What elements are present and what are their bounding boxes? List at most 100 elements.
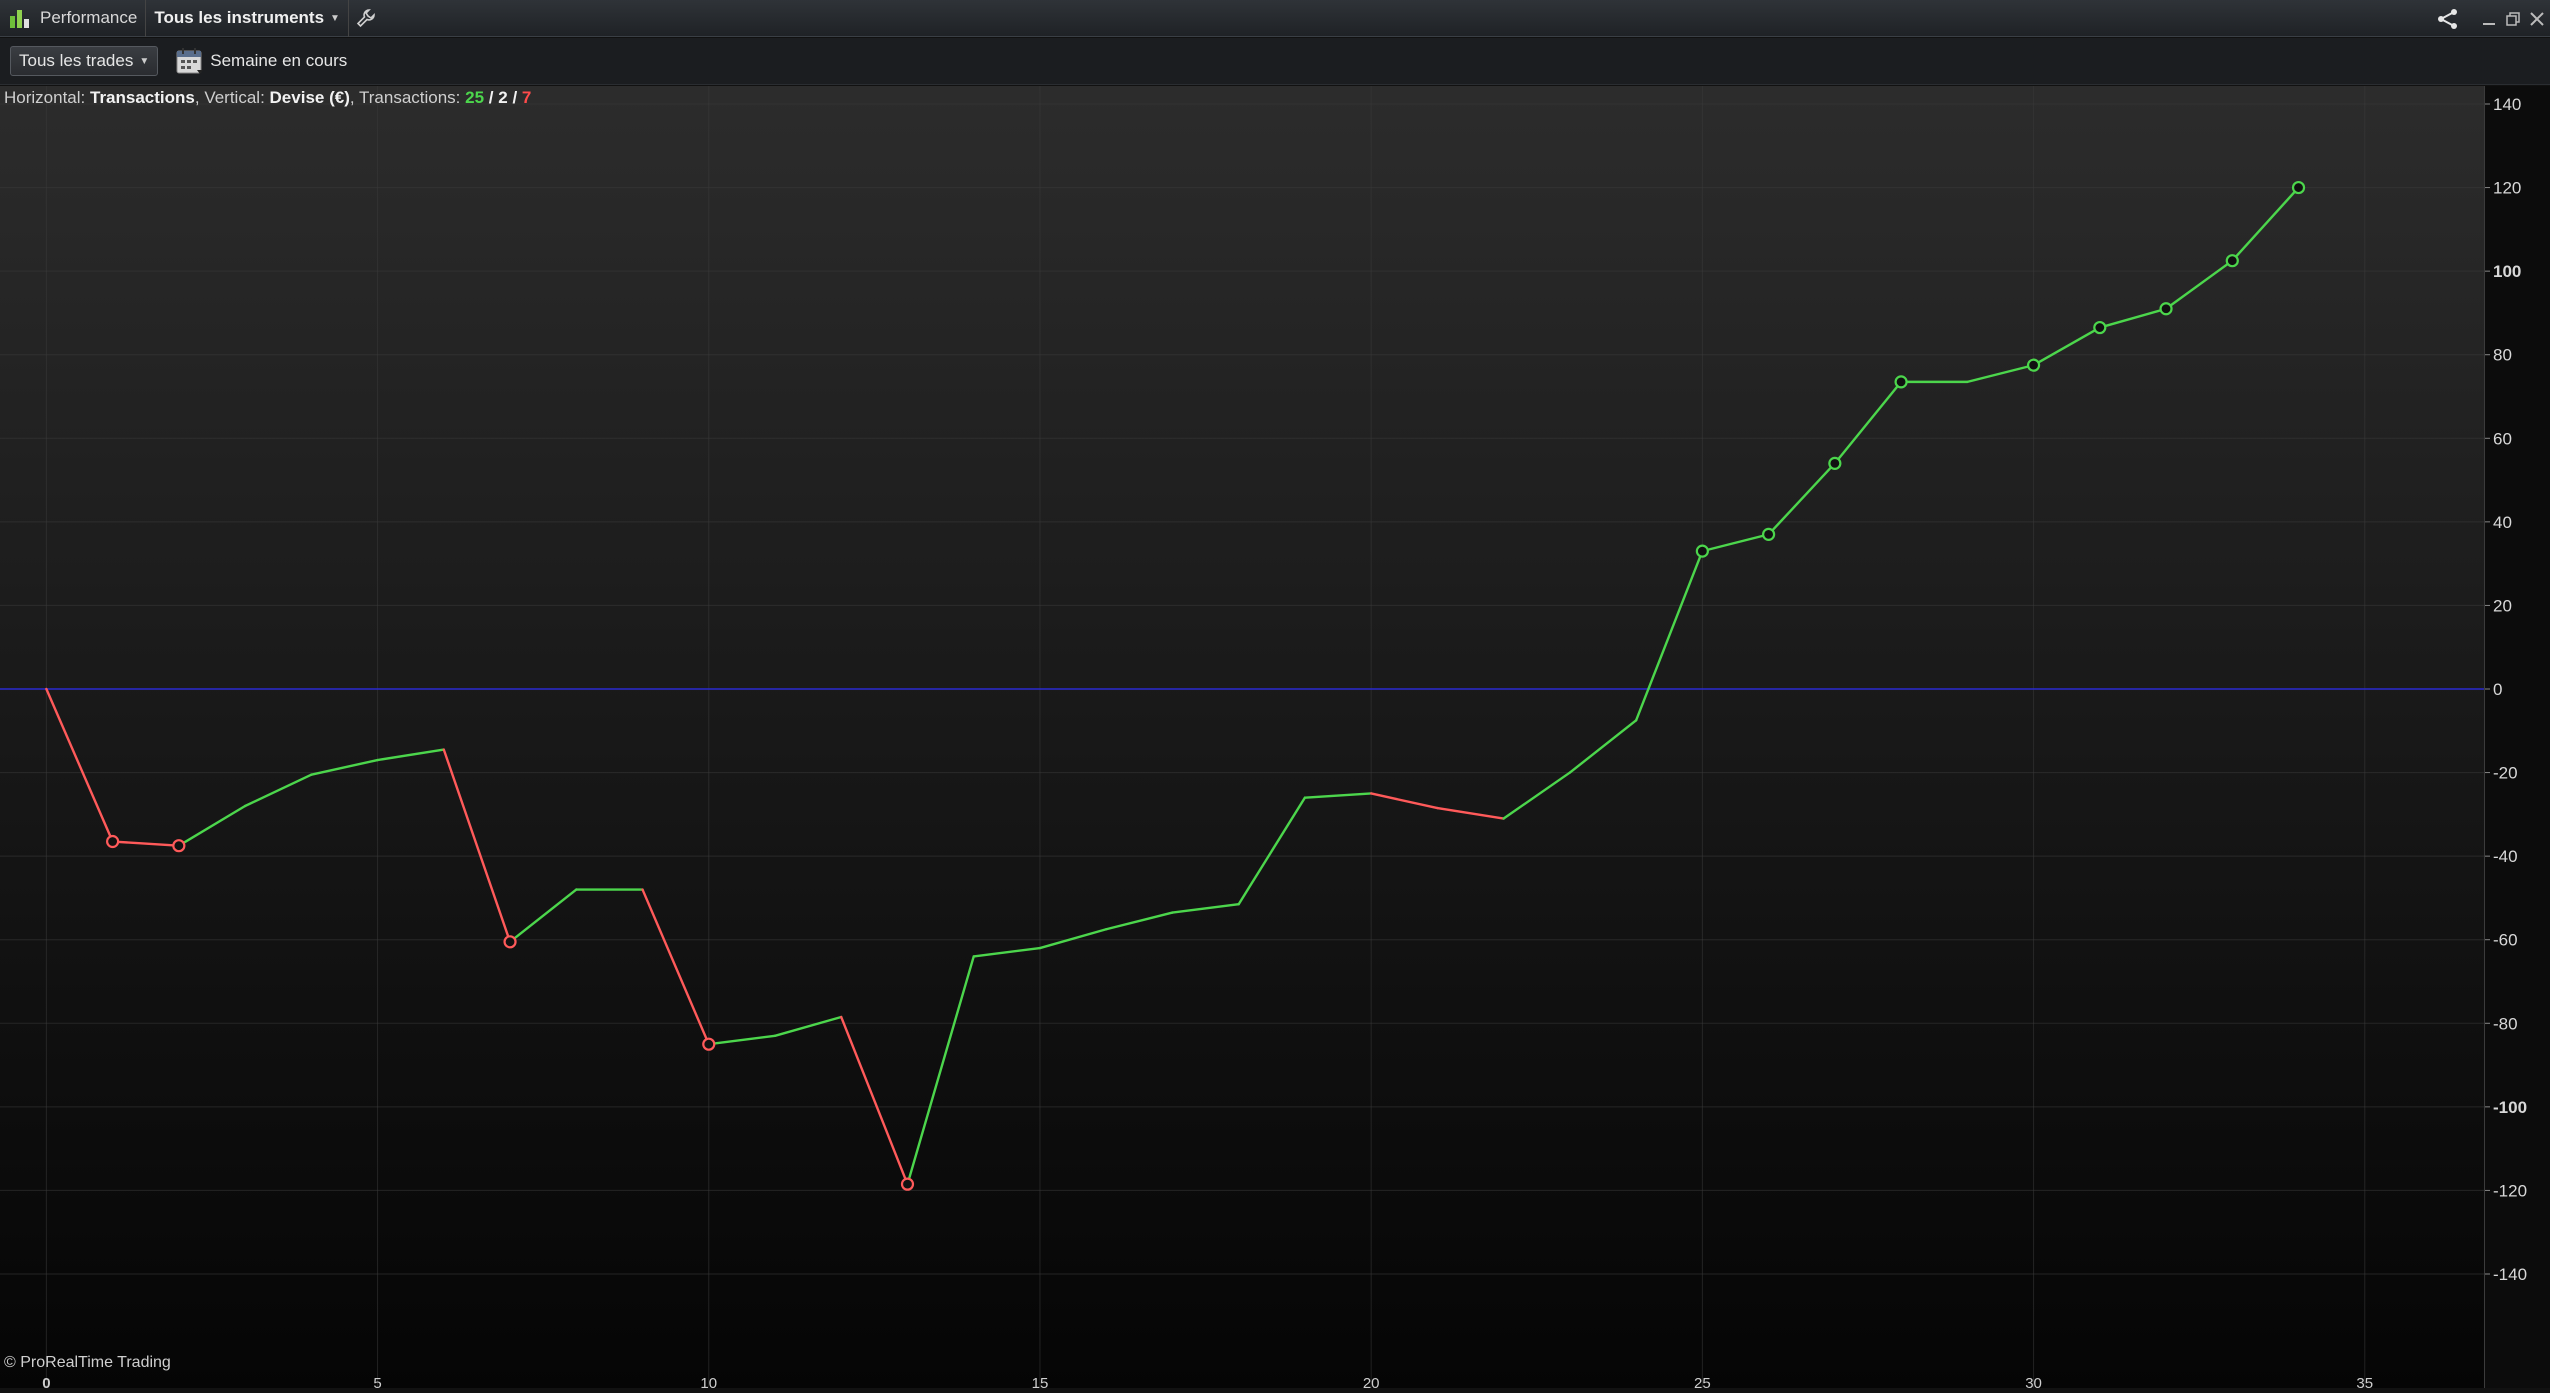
trades-filter-dropdown[interactable]: Tous les trades ▼ (10, 46, 159, 76)
series-segment (2164, 259, 2234, 310)
series-segment (111, 840, 181, 847)
series-segment (1502, 771, 1572, 820)
series-segment (243, 773, 313, 808)
chevron-down-icon: ▼ (330, 12, 340, 24)
x-tick-label: 30 (2025, 1375, 2042, 1388)
instrument-dropdown-label: Tous les instruments (154, 8, 325, 27)
series-segment (840, 1015, 909, 1186)
minimize-icon[interactable] (2482, 12, 2496, 26)
series-segment (641, 888, 710, 1046)
vertical-value: Devise (€) (269, 88, 350, 107)
x-tick-label: 15 (1032, 1375, 1049, 1388)
y-tick-label: -60 (2493, 931, 2518, 950)
window-title: Performance (40, 0, 147, 37)
series-segment (1568, 719, 1638, 774)
period-calendar-button[interactable] (174, 45, 206, 77)
series-segment (508, 888, 578, 944)
data-point[interactable] (172, 839, 186, 853)
performance-chart[interactable]: 0 5 10 15 20 25 30 35 Horizontal: Transactions,… (0, 86, 2485, 1388)
y-tick-label: -40 (2493, 847, 2518, 866)
series-segment (1767, 462, 1837, 536)
x-tick-label: 20 (1363, 1375, 1380, 1388)
y-tick-label: 0 (2493, 680, 2502, 699)
data-point[interactable] (702, 1037, 716, 1051)
series-segment (707, 1034, 777, 1046)
y-tick-label: 60 (2493, 429, 2512, 448)
series-segment (1303, 792, 1373, 799)
share-icon[interactable] (2436, 8, 2460, 30)
data-point[interactable] (106, 834, 120, 849)
series-segment (442, 748, 512, 944)
transactions-sep-2: / (507, 88, 522, 107)
transactions-losses: 7 (521, 88, 532, 107)
y-tick-label: 100 (2493, 262, 2521, 281)
series-segment (1237, 796, 1307, 906)
period-label: Semaine en cours (210, 51, 348, 70)
x-tick-label: 0 (42, 1375, 50, 1388)
series-segment (2231, 186, 2300, 262)
series-segment (1634, 549, 1704, 722)
transactions-label: , Transactions: (349, 88, 461, 107)
y-tick-label: 80 (2493, 346, 2512, 365)
data-point[interactable] (503, 935, 517, 949)
data-point[interactable] (2159, 302, 2173, 316)
x-tick-label: 25 (1694, 1375, 1711, 1388)
y-tick-label: -100 (2493, 1098, 2527, 1117)
data-point[interactable] (1828, 456, 1842, 470)
series-segment (1369, 792, 1439, 810)
y-tick-label: 120 (2493, 179, 2521, 198)
data-point[interactable] (900, 1177, 915, 1191)
y-tick-label: -20 (2493, 764, 2518, 783)
title-bar: Performance Tous les instruments ▼ (0, 0, 2550, 37)
series-segment (2032, 326, 2102, 367)
filter-toolbar: Tous les trades ▼ Semaine en cours (0, 38, 2550, 85)
performance-app-icon (6, 4, 34, 32)
y-tick-label: 140 (2493, 95, 2521, 114)
transactions-sep-1: / (484, 88, 499, 107)
data-point[interactable] (2291, 180, 2306, 195)
calendar-icon (176, 48, 204, 74)
copyright-text: © ProRealTime Trading (4, 1354, 171, 1371)
transactions-mid: 2 (498, 88, 508, 107)
x-tick-label: 10 (700, 1375, 717, 1388)
series-segment (972, 946, 1042, 958)
data-point[interactable] (1762, 527, 1776, 541)
transactions-total: 25 (465, 88, 485, 107)
y-tick-label: -120 (2493, 1181, 2527, 1200)
y-tick-label: 20 (2493, 596, 2512, 615)
chevron-down-icon: ▼ (139, 55, 150, 67)
trades-filter-label: Tous les trades (19, 51, 134, 70)
chart-info-line: Horizontal: Transactions, Vertical: Devi… (4, 88, 531, 108)
data-point[interactable] (2225, 254, 2239, 268)
series-segment (1038, 928, 1108, 950)
data-point[interactable] (1695, 544, 1709, 558)
horizontal-value: Transactions (90, 88, 195, 107)
x-tick-label: 35 (2356, 1375, 2373, 1388)
instrument-dropdown[interactable]: Tous les instruments ▼ (146, 0, 349, 37)
series-segment (376, 748, 446, 762)
wrench-icon (356, 9, 375, 28)
series-segment (177, 804, 247, 847)
equity-curve-chart: 0 5 10 15 20 25 30 35 (0, 86, 2484, 1388)
horizontal-label: Horizontal: (4, 88, 86, 107)
series-segment (1171, 902, 1240, 914)
data-point[interactable] (2093, 320, 2107, 335)
restore-icon[interactable] (2506, 11, 2520, 26)
series-segment (1436, 806, 1505, 820)
series-segment (1833, 380, 1903, 465)
vertical-label: , Vertical: (194, 88, 265, 107)
settings-button[interactable] (349, 0, 383, 37)
y-tick-label: -140 (2493, 1265, 2527, 1284)
series-segment (1701, 533, 1770, 553)
data-point[interactable] (1894, 375, 1908, 389)
series-segment (2098, 307, 2168, 329)
y-axis: 140 120 100 80 60 40 20 0 -20 -40 -60 -80 -100 -120 -1… (2485, 86, 2550, 1388)
series-segment (45, 687, 114, 843)
series-segment (1105, 911, 1174, 931)
window-controls (2436, 0, 2544, 37)
close-icon[interactable] (2530, 11, 2544, 26)
series-segment (1966, 363, 2035, 384)
data-point[interactable] (2026, 358, 2041, 372)
y-tick-label: 40 (2493, 513, 2512, 532)
x-tick-label: 5 (373, 1375, 381, 1388)
